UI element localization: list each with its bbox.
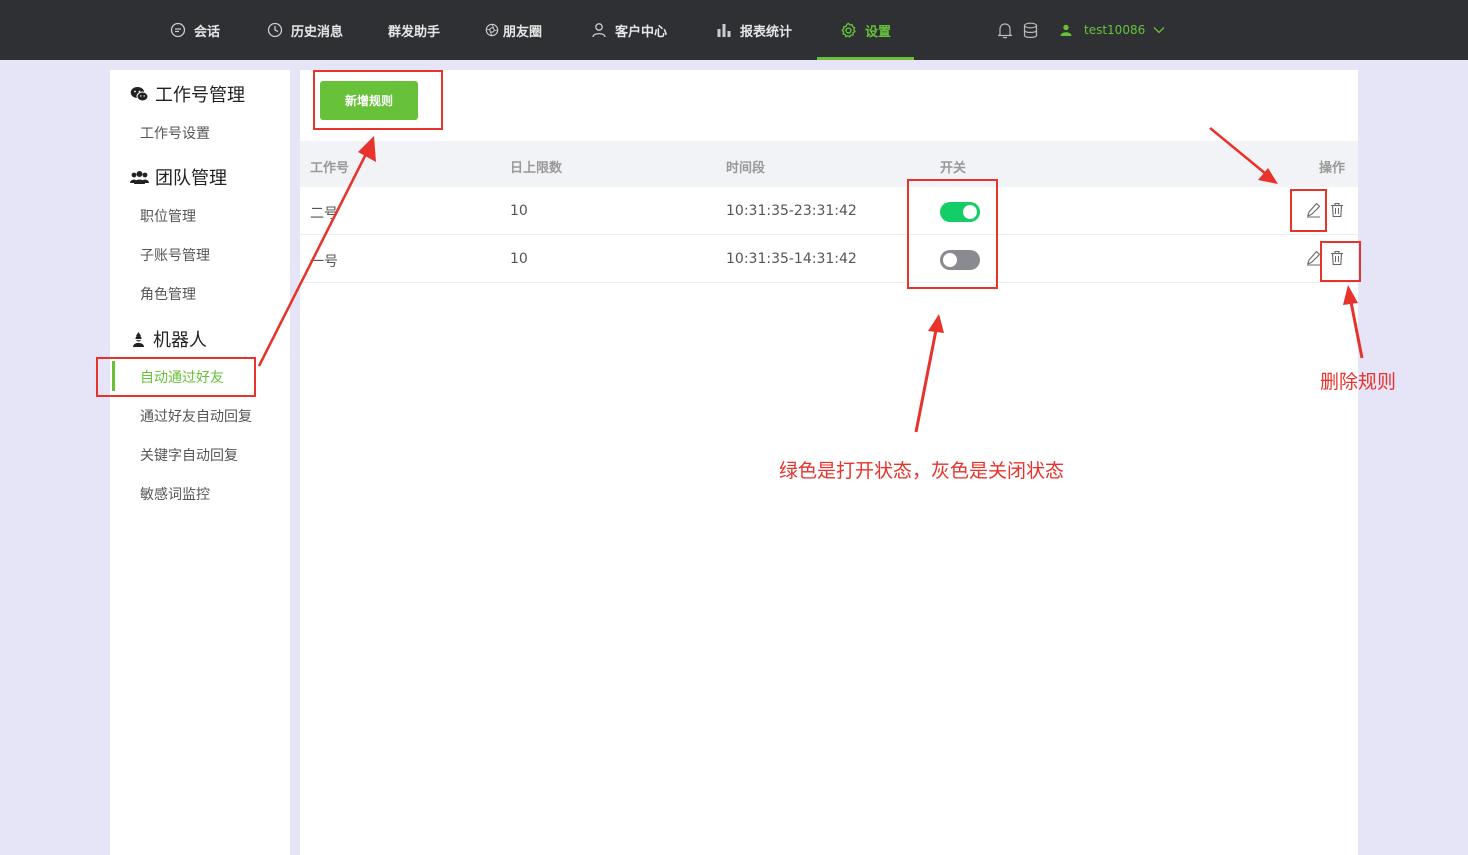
edit-icon[interactable] <box>1306 250 1321 266</box>
nav-label-customer-center: 客户中心 <box>615 24 668 40</box>
annotation-delete-note: 删除规则 <box>1320 371 1397 393</box>
sidebar-group-team: 团队管理 <box>130 164 227 190</box>
nav-label-history: 历史消息 <box>291 24 344 40</box>
delete-icon[interactable] <box>1330 202 1344 218</box>
annotation-box-sidebar-item <box>96 357 256 397</box>
column-header-account: 工作号 <box>310 161 350 176</box>
nav-item-chat[interactable]: 会话 <box>170 0 220 60</box>
table-header: 工作号 日上限数 时间段 开关 操作 <box>300 141 1358 187</box>
sidebar-group-work-accounts: 工作号管理 <box>130 81 245 107</box>
nav-label-settings: 设置 <box>865 24 892 40</box>
sidebar-item-friend-auto-reply[interactable]: 通过好友自动回复 <box>140 406 252 426</box>
nav-active-underline <box>817 57 914 60</box>
annotation-box-delete <box>1320 241 1361 282</box>
column-header-time-period: 时间段 <box>726 161 766 176</box>
chevron-down-icon <box>1153 27 1165 34</box>
sidebar-item-sensitive-word-monitor[interactable]: 敏感词监控 <box>140 484 210 504</box>
person-icon <box>592 23 606 38</box>
user-icon <box>1060 24 1072 36</box>
sidebar: 工作号管理 工作号设置 团队管理 职位管理 子账号管理 角色管理 机器人 自动通… <box>110 70 290 855</box>
aperture-icon <box>485 23 499 37</box>
user-menu[interactable]: test10086 <box>1060 0 1165 60</box>
nav-item-moments[interactable]: 朋友圈 <box>485 0 542 60</box>
cell-time-period: 10:31:35-14:31:42 <box>726 251 857 267</box>
bar-chart-icon <box>717 24 731 37</box>
cell-daily-limit: 10 <box>510 203 528 219</box>
sidebar-group-title: 工作号管理 <box>155 85 245 106</box>
sidebar-item-sub-accounts[interactable]: 子账号管理 <box>140 245 210 265</box>
sidebar-group-robot: 机器人 <box>130 326 207 352</box>
sidebar-group-title: 团队管理 <box>155 168 227 189</box>
sidebar-item-positions[interactable]: 职位管理 <box>140 206 196 226</box>
column-header-switch: 开关 <box>940 161 967 176</box>
sidebar-group-title: 机器人 <box>153 330 207 351</box>
team-icon <box>130 170 149 184</box>
sidebar-item-work-account-settings[interactable]: 工作号设置 <box>140 123 210 143</box>
gear-icon <box>841 22 856 38</box>
sidebar-item-keyword-auto-reply[interactable]: 关键字自动回复 <box>140 445 238 465</box>
cell-account: 一号 <box>310 254 338 270</box>
annotation-box-add-button <box>313 70 443 130</box>
table-row: 一号 10 10:31:35-14:31:42 <box>300 235 1358 283</box>
chat-icon <box>170 22 186 38</box>
nav-item-customer-center[interactable]: 客户中心 <box>591 0 667 60</box>
nav-item-reports[interactable]: 报表统计 <box>716 0 792 60</box>
nav-item-mass-send[interactable]: 群发助手 <box>388 0 440 60</box>
nav-label-mass-send: 群发助手 <box>388 24 441 40</box>
table-row: 二号 10 10:31:35-23:31:42 <box>300 187 1358 235</box>
annotation-box-edit <box>1290 189 1327 232</box>
nav-label-chat: 会话 <box>194 24 221 40</box>
cell-account: 二号 <box>310 206 338 222</box>
wechat-icon <box>130 86 149 101</box>
top-nav-bar: 会话 历史消息 群发助手 朋友圈 客户中心 报表统计 设置 test10086 <box>0 0 1468 60</box>
clock-icon <box>267 22 283 38</box>
nav-item-settings[interactable]: 设置 <box>840 0 891 60</box>
annotation-box-switches <box>907 179 998 289</box>
bell-icon[interactable] <box>997 22 1013 39</box>
robot-icon <box>133 331 144 347</box>
nav-item-history[interactable]: 历史消息 <box>267 0 343 60</box>
cell-daily-limit: 10 <box>510 251 528 267</box>
sidebar-item-roles[interactable]: 角色管理 <box>140 284 196 304</box>
nav-label-reports: 报表统计 <box>740 24 793 40</box>
column-header-daily-limit: 日上限数 <box>510 161 563 176</box>
column-header-actions: 操作 <box>1319 161 1346 176</box>
annotation-switch-note: 绿色是打开状态，灰色是关闭状态 <box>779 460 1065 482</box>
database-icon[interactable] <box>1023 22 1038 39</box>
username: test10086 <box>1084 23 1146 37</box>
cell-time-period: 10:31:35-23:31:42 <box>726 203 857 219</box>
nav-label-moments: 朋友圈 <box>503 24 543 40</box>
